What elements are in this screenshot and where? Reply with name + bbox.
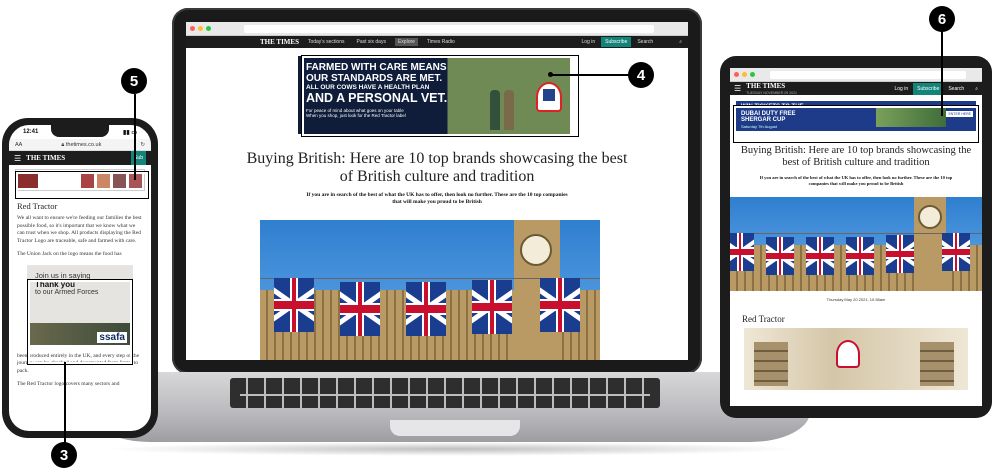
tablet-browser-chrome [730, 68, 982, 82]
site-logo[interactable]: THE TIMES [746, 82, 785, 90]
article-standfirst: If you are in search of the best of what… [759, 175, 953, 186]
union-flag [806, 237, 834, 275]
union-flag [340, 282, 380, 336]
callout-4-leader [552, 74, 630, 76]
laptop-keyboard [230, 378, 660, 408]
text-size-button[interactable]: AA [15, 142, 22, 148]
laptop-shadow [100, 442, 800, 456]
reload-icon[interactable]: ↻ [140, 142, 145, 148]
phone-address-bar[interactable]: AA 🔒︎ thetimes.co.uk ↻ [9, 139, 151, 151]
callout-6-leader [941, 30, 943, 116]
callout-6-badge: 6 [929, 6, 955, 32]
laptop-browser-chrome [186, 22, 688, 36]
shop-shelf [920, 342, 954, 386]
callout-5-badge: 5 [121, 68, 147, 94]
maximize-window-icon[interactable] [750, 72, 755, 77]
subscribe-button[interactable]: Subscribe [913, 82, 944, 95]
clock-face [918, 205, 942, 229]
lock-icon: 🔒︎ [61, 142, 65, 148]
highlight-phone-mid-ad [28, 280, 132, 364]
callout-3-badge: 3 [51, 442, 77, 468]
union-flag [886, 235, 914, 273]
highlight-phone-ad [16, 172, 148, 198]
search-button[interactable]: Search [948, 86, 964, 92]
maximize-window-icon[interactable] [206, 26, 211, 31]
close-window-icon[interactable] [734, 72, 739, 77]
address-bar[interactable] [244, 24, 654, 33]
section-title: Red Tractor [742, 314, 785, 324]
union-flag [472, 280, 512, 334]
ad-card-line-1: Join us in saying [35, 270, 91, 280]
search-button[interactable]: Search [637, 39, 653, 45]
article-paragraph: The Red Tractor logo covers many sectors… [17, 381, 120, 387]
article-paragraph: The Union Jack on the logo means the foo… [17, 251, 122, 257]
site-logo[interactable]: THE TIMES [260, 38, 299, 46]
tablet-site-nav: ☰ THE TIMES TUESDAY NOVEMBER 09 2021 Log… [730, 82, 982, 95]
address-bar[interactable] [770, 70, 966, 79]
nav-times-radio[interactable]: Times Radio [424, 38, 458, 46]
red-tractor-logo-icon [836, 340, 860, 368]
keyboard-row-divider [240, 394, 650, 396]
laptop-site-nav: THE TIMES Today's sections Past six days… [186, 36, 688, 48]
shop-shelf [754, 342, 788, 386]
union-flag [730, 233, 754, 271]
union-flag [846, 237, 874, 275]
callout-4-badge: 4 [628, 62, 654, 88]
nav-past-six-days[interactable]: Past six days [354, 38, 389, 46]
laptop-trackpad-notch [390, 420, 520, 436]
search-icon[interactable]: ⌕ [679, 39, 682, 45]
article-paragraph: We all want to ensure we're feeding our … [17, 215, 142, 244]
phone-site-nav: ☰ THE TIMES Sub [9, 151, 151, 165]
minimize-window-icon[interactable] [198, 26, 203, 31]
hamburger-menu-icon[interactable]: ☰ [14, 154, 21, 163]
login-button[interactable]: Log in [894, 86, 908, 92]
union-flag [766, 237, 794, 275]
hamburger-menu-icon[interactable]: ☰ [734, 84, 741, 93]
article-headline: Buying British: Here are 10 top brands s… [246, 150, 628, 185]
red-tractor-image [744, 328, 968, 390]
masthead-date: TUESDAY NOVEMBER 09 2021 [746, 90, 798, 95]
article-standfirst: If you are in search of the best of what… [306, 192, 568, 205]
laptop-base [90, 372, 810, 442]
callout-5-leader [134, 94, 136, 180]
nav-todays-sections[interactable]: Today's sections [305, 38, 348, 46]
login-button[interactable]: Log in [581, 39, 595, 45]
callout-3-leader [64, 362, 66, 444]
union-flag [274, 278, 314, 332]
union-flag [942, 233, 970, 271]
clock-face [520, 234, 552, 266]
union-flag [540, 278, 580, 332]
article-hero-image [260, 220, 600, 360]
minimize-window-icon[interactable] [742, 72, 747, 77]
highlight-laptop-ad [302, 56, 578, 136]
search-icon[interactable]: ⌕ [975, 86, 978, 92]
phone-url-text[interactable]: thetimes.co.uk [66, 142, 101, 148]
phone-time: 12:41 [23, 129, 39, 135]
close-window-icon[interactable] [190, 26, 195, 31]
site-logo[interactable]: THE TIMES [26, 154, 65, 162]
article-hero-image [730, 197, 982, 291]
article-date: Thursday May 20 2021, 10.58am [826, 297, 886, 302]
article-headline: Buying British: Here are 10 top brands s… [740, 145, 972, 168]
subscribe-button[interactable]: Subscribe [601, 37, 632, 47]
phone-screen: 12:41 ▮▮ ▭ AA 🔒︎ thetimes.co.uk ↻ ☰ THE … [9, 125, 151, 431]
phone-notch [51, 125, 109, 137]
section-title: Red Tractor [17, 201, 58, 211]
union-flag [406, 282, 446, 336]
nav-explore[interactable]: Explore [394, 38, 418, 46]
